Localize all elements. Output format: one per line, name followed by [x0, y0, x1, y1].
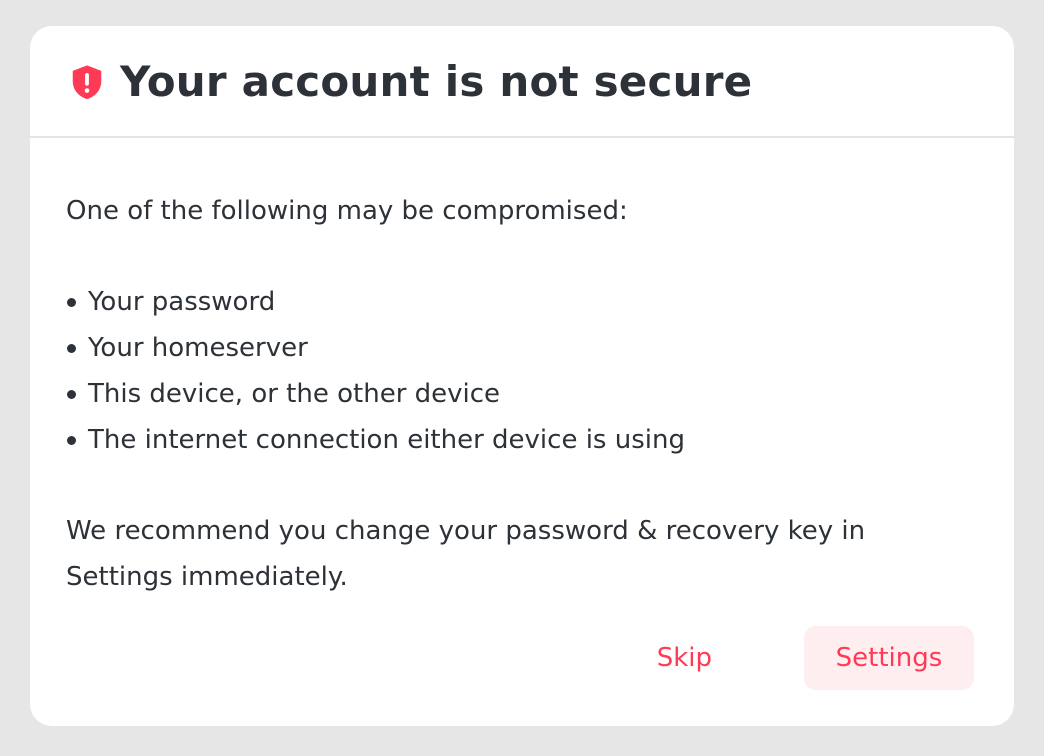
intro-text: One of the following may be compromised:: [66, 196, 628, 226]
list-item-text: This device, or the other device: [88, 379, 501, 409]
bullet-icon: [67, 343, 76, 353]
list-item: Your homeserver: [66, 325, 978, 371]
bullet-icon: [67, 435, 76, 445]
security-warning-dialog: Your account is not secure One of the fo…: [30, 26, 1014, 726]
shield-alert-icon: [72, 65, 102, 100]
list-item: The internet connection either device is…: [66, 417, 978, 463]
list-item-text: Your homeserver: [88, 333, 308, 363]
list-item-text: Your password: [88, 287, 276, 317]
compromise-list: Your password Your homeserver This devic…: [66, 279, 978, 463]
settings-button[interactable]: Settings: [804, 626, 974, 690]
dialog-title: Your account is not secure: [120, 56, 753, 106]
dialog-header: Your account is not secure: [30, 26, 1014, 138]
list-item: Your password: [66, 279, 978, 325]
list-item: This device, or the other device: [66, 371, 978, 417]
recommendation-text: We recommend you change your password & …: [66, 516, 866, 592]
skip-button[interactable]: Skip: [637, 626, 732, 690]
bullet-icon: [67, 389, 76, 399]
bullet-icon: [67, 297, 76, 307]
dialog-body: One of the following may be compromised:…: [30, 188, 1014, 600]
list-item-text: The internet connection either device is…: [88, 425, 685, 455]
dialog-actions: Skip Settings: [637, 626, 974, 690]
